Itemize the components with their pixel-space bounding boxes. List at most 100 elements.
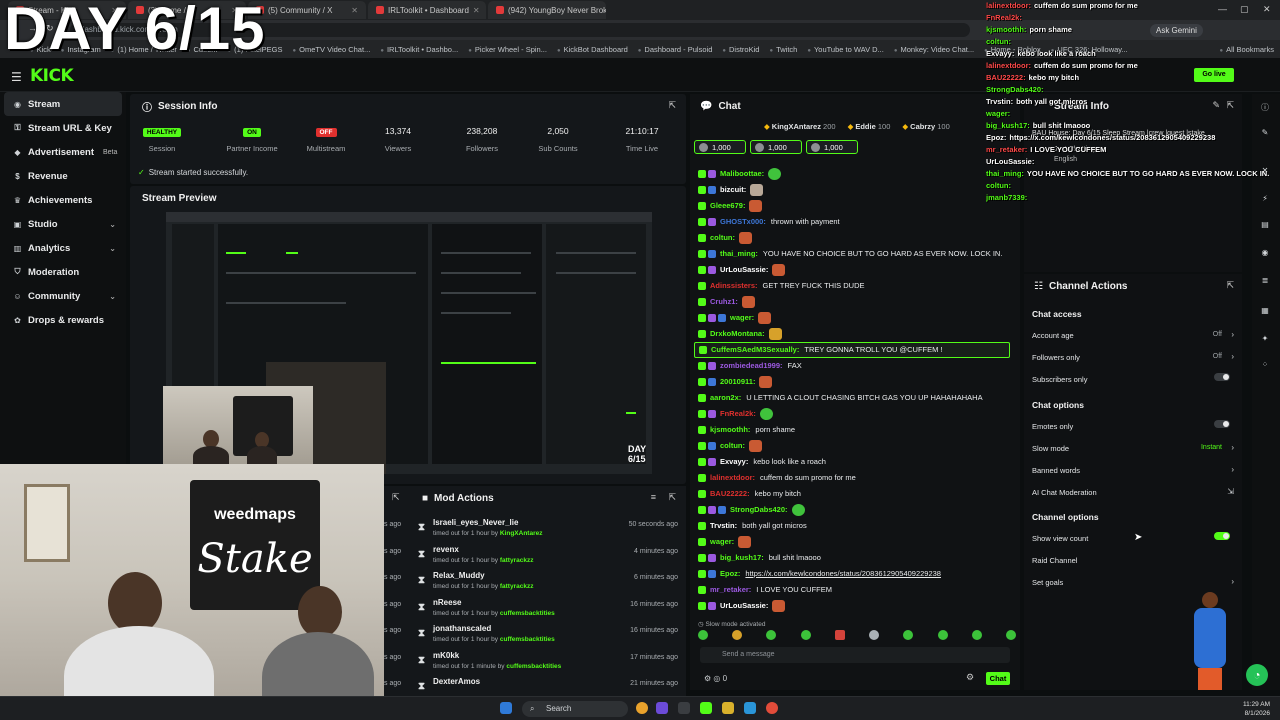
mod-action-row[interactable]: s ago ⧗ mK0kk timed out for 1 minute by cuf… [384, 649, 686, 676]
sub-pill[interactable]: 1,000 [694, 140, 746, 154]
chat-text[interactable]: https://x.com/kewlcondones/status/208361… [745, 566, 941, 582]
bookmark-item[interactable]: DistroKid [722, 45, 759, 54]
chat-message[interactable]: Exvayy: kebo look like a roach [698, 454, 1016, 470]
windows-start-icon[interactable] [500, 702, 512, 714]
chrome-icon[interactable] [766, 702, 778, 714]
raid-channel-row[interactable]: Raid Channel [1032, 556, 1234, 565]
chat-username[interactable]: Maliboottae: [720, 166, 764, 182]
browser-tab[interactable]: IRLToolkit • Dashboard ✕ [368, 1, 486, 19]
sidebar-item-moderation[interactable]: ⛉ Moderation [0, 260, 126, 284]
chat-message[interactable]: zombiedead1999: FAX [698, 358, 1016, 374]
sub-pill[interactable]: 1,000 [806, 140, 858, 154]
emote-icon[interactable] [937, 630, 948, 640]
chat-message[interactable]: kjsmoothh: porn shame [698, 422, 1016, 438]
mod-action-row[interactable]: s ago ⧗ Relax_Muddy timed out for 1 hour by… [384, 569, 686, 596]
chat-message[interactable]: Adinssisters: GET TREY FUCK THIS DUDE [698, 278, 1016, 294]
chat-message[interactable]: bizcuit: [698, 182, 1016, 198]
chat-message[interactable]: Epoz: https://x.com/kewlcondones/status/2… [698, 566, 1016, 582]
chat-username[interactable]: Trvstin: [710, 518, 737, 534]
chat-username[interactable]: FnReal2k: [720, 406, 756, 422]
chat-input[interactable]: Send a message [700, 647, 1010, 663]
menu-icon[interactable]: ☰ [11, 70, 22, 84]
chat-bubble-icon[interactable]: ◉ [1260, 248, 1270, 258]
sub-pill[interactable]: 1,000 [750, 140, 802, 154]
chat-message[interactable]: StrongDabs420: [698, 502, 1016, 518]
chat-username[interactable]: Epoz: [720, 566, 740, 582]
chat-message[interactable]: Trvstin: both yall got micros [698, 518, 1016, 534]
emote-icon[interactable] [903, 630, 914, 640]
chat-message[interactable]: BAU22222: kebo my bitch [698, 486, 1016, 502]
clipboard-icon[interactable]: ▤ [1260, 220, 1270, 230]
popout-icon[interactable]: ⇱ [392, 492, 400, 503]
sidebar-item-community[interactable]: ☺ Community ⌄ [0, 284, 126, 308]
chat-send-button[interactable]: Chat [986, 672, 1010, 685]
chat-username[interactable]: lalinextdoor: [710, 470, 755, 486]
list-icon[interactable]: ≣ [1260, 276, 1270, 286]
layers-icon[interactable]: ▦ [1260, 306, 1270, 316]
emote-icon[interactable] [1005, 630, 1016, 640]
chat-message[interactable]: coltun: [698, 438, 1016, 454]
chat-message[interactable]: UrLouSassie: [698, 598, 1016, 614]
sidebar-item-revenue[interactable]: $ Revenue [0, 164, 126, 188]
account-age-row[interactable]: Account age Off › [1032, 330, 1234, 340]
bookmark-item[interactable]: Twitch [769, 45, 797, 54]
set-goals-row[interactable]: Set goals › [1032, 577, 1234, 587]
emotes-only-toggle[interactable] [1214, 420, 1230, 428]
bookmark-item[interactable]: Dashboard - Pulsoid [638, 45, 712, 54]
chrome-icon[interactable] [636, 702, 648, 714]
chat-message[interactable]: aaron2x: U LETTING A CLOUT CHASING BITCH … [698, 390, 1016, 406]
close-tab-icon[interactable]: ✕ [351, 6, 358, 15]
popout-icon[interactable]: ⇱ [668, 492, 676, 503]
chat-username[interactable]: zombiedead1999: [720, 358, 783, 374]
bookmark-item[interactable]: Picker Wheel - Spin... [468, 45, 547, 54]
close-tab-icon[interactable]: ✕ [473, 6, 480, 15]
help-chat-button[interactable]: ◔ [1246, 664, 1268, 686]
chat-message[interactable]: wager: [698, 534, 1016, 550]
emote-icon[interactable] [766, 630, 777, 640]
chat-message[interactable]: FnReal2k: [698, 406, 1016, 422]
mod-action-row[interactable]: s ago ⧗ Israeli_eyes_Never_lie timed out fo… [384, 516, 686, 543]
popout-icon[interactable]: ⇱ [668, 100, 676, 111]
bookmark-item[interactable]: IRLToolkit • Dashbo... [380, 45, 458, 54]
app-icon[interactable] [678, 702, 690, 714]
chat-username[interactable]: UrLouSassie: [720, 598, 768, 614]
chat-message[interactable]: lalinextdoor: cuffem do sum promo for me [698, 470, 1016, 486]
slow-mode-row[interactable]: Slow mode Instant › [1032, 443, 1234, 453]
sidebar-item-stream[interactable]: ◉ Stream [4, 92, 122, 116]
show-view-count-toggle[interactable] [1214, 532, 1230, 540]
chat-message[interactable]: Gleee679: [698, 198, 1016, 214]
app-icon[interactable] [656, 702, 668, 714]
chat-message[interactable]: wager: [698, 310, 1016, 326]
chat-username[interactable]: coltun: [720, 438, 745, 454]
emote-icon[interactable] [869, 630, 880, 640]
taskbar-search[interactable]: ⌕ Search [522, 701, 628, 717]
chat-username[interactable]: Gleee679: [710, 198, 745, 214]
bookmark-item[interactable]: KickBot Dashboard [557, 45, 628, 54]
chat-username[interactable]: CuffemSAedM3Sexually: [711, 343, 799, 357]
chat-message[interactable]: thai_ming: YOU HAVE NO CHOICE BUT TO GO H… [698, 246, 1016, 262]
app-icon[interactable] [744, 702, 756, 714]
emote-icon[interactable] [732, 630, 743, 640]
chat-message[interactable]: coltun: [698, 230, 1016, 246]
chat-username[interactable]: thai_ming: [720, 246, 758, 262]
sidebar-item-advertisement[interactable]: ◆ Advertisement Beta [0, 140, 126, 164]
ai-moderation-row[interactable]: AI Chat Moderation ⇲ [1032, 487, 1234, 497]
chat-message[interactable]: 20010911: [698, 374, 1016, 390]
chat-message[interactable]: UrLouSassie: [698, 262, 1016, 278]
browser-tab[interactable]: (942) YoungBoy Never Broke A...✕ [488, 1, 606, 19]
sidebar-item-analytics[interactable]: ▥ Analytics ⌄ [0, 236, 126, 260]
popout-icon[interactable]: ⇱ [1226, 280, 1234, 291]
chat-username[interactable]: coltun: [710, 230, 735, 246]
chat-username[interactable]: UrLouSassie: [720, 262, 768, 278]
settings-icon[interactable]: ⚙ [966, 672, 974, 683]
kick-app-icon[interactable] [700, 702, 712, 714]
share-icon[interactable]: ⁘ [1260, 360, 1270, 370]
wrench-icon[interactable]: ✦ [1260, 334, 1270, 344]
chat-message[interactable]: DrxkoMontana: [698, 326, 1016, 342]
mod-action-row[interactable]: s ago ⧗ nReese timed out for 1 hour by cuff… [384, 596, 686, 623]
chat-username[interactable]: wager: [730, 310, 754, 326]
chat-username[interactable]: BAU22222: [710, 486, 750, 502]
sidebar-item-studio[interactable]: ▣ Studio ⌄ [0, 212, 126, 236]
subscribers-only-toggle[interactable] [1214, 373, 1230, 381]
bookmark-item[interactable]: OmeTV Video Chat... [293, 45, 370, 54]
